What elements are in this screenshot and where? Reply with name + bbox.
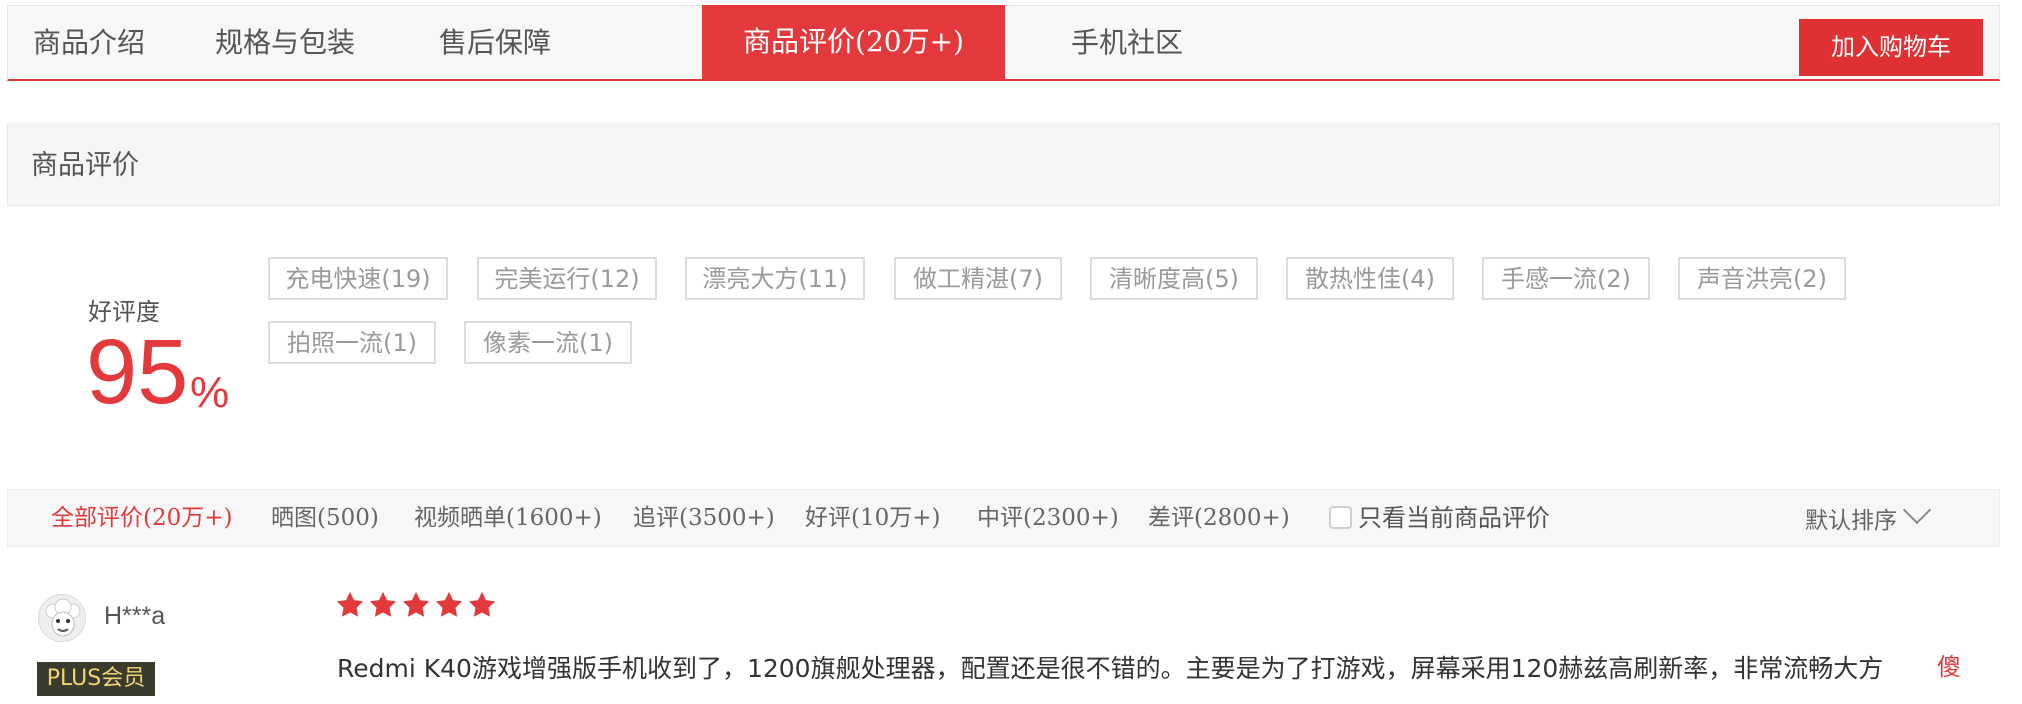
reviewer-name: H***a (104, 602, 166, 630)
tab-product-intro[interactable]: 商品介绍 (8, 6, 170, 80)
filter-all[interactable]: 全部评价(20万+) (51, 490, 232, 546)
tab-reviews[interactable]: 商品评价(20万+) (702, 5, 1005, 81)
review-tag[interactable]: 充电快速(19) (268, 257, 448, 300)
review-tag[interactable]: 声音洪亮(2) (1678, 257, 1846, 300)
review-tag[interactable]: 漂亮大方(11) (685, 257, 865, 300)
star-icon (336, 591, 364, 617)
review-filter-bar: 全部评价(20万+) 晒图(500) 视频晒单(1600+) 追评(3500+)… (7, 489, 2000, 547)
filter-positive[interactable]: 好评(10万+) (805, 490, 940, 546)
review-tag[interactable]: 像素一流(1) (464, 321, 632, 364)
sort-dropdown[interactable]: 默认排序 (1805, 495, 1932, 546)
review-tag[interactable]: 手感一流(2) (1482, 257, 1650, 300)
filter-neutral[interactable]: 中评(2300+) (977, 490, 1119, 546)
review-stars (335, 590, 500, 626)
review-tag[interactable]: 拍照一流(1) (268, 321, 436, 364)
tab-community[interactable]: 手机社区 (1046, 6, 1208, 80)
star-icon (468, 591, 496, 617)
chevron-down-icon (1902, 495, 1932, 525)
only-current-product-label[interactable]: 只看当前商品评价 (1358, 490, 1550, 546)
floating-badge: 傻 (1937, 652, 1961, 682)
review-tag[interactable]: 完美运行(12) (477, 257, 657, 300)
sort-label: 默认排序 (1805, 508, 1897, 534)
reviews-section-header: 商品评价 (7, 123, 2000, 206)
review-tag[interactable]: 清晰度高(5) (1090, 257, 1258, 300)
plus-member-badge: PLUS会员 (37, 662, 155, 696)
positive-rate-value: 95 (86, 321, 189, 423)
sheep-avatar-icon (39, 595, 85, 641)
add-to-cart-button[interactable]: 加入购物车 (1799, 19, 1983, 76)
star-icon (402, 591, 430, 617)
filter-negative[interactable]: 差评(2800+) (1148, 490, 1290, 546)
filter-photos[interactable]: 晒图(500) (271, 490, 379, 546)
avatar[interactable] (38, 594, 86, 642)
review-tag[interactable]: 做工精湛(7) (894, 257, 1062, 300)
review-content: Redmi K40游戏增强版手机收到了，1200旗舰处理器，配置还是很不错的。主… (337, 654, 1884, 683)
tab-specs-packaging[interactable]: 规格与包装 (170, 6, 400, 80)
positive-rate-unit: % (190, 368, 230, 417)
review-tag[interactable]: 散热性佳(4) (1286, 257, 1454, 300)
filter-followup[interactable]: 追评(3500+) (633, 490, 775, 546)
star-icon (435, 591, 463, 617)
filter-videos[interactable]: 视频晒单(1600+) (414, 490, 602, 546)
only-current-product-checkbox[interactable] (1329, 506, 1352, 529)
tab-after-sales[interactable]: 售后保障 (400, 6, 590, 80)
product-tab-bar: 商品介绍 规格与包装 售后保障 商品评价(20万+) 手机社区 加入购物车 (7, 5, 2000, 81)
section-title: 商品评价 (31, 150, 139, 181)
star-icon (369, 591, 397, 617)
